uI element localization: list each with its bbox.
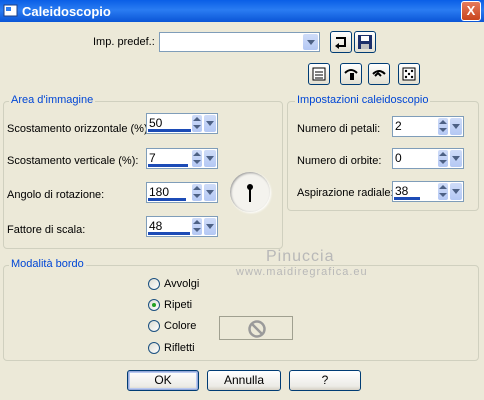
orbits-value[interactable]: 0 [395, 151, 402, 165]
spin-up-down-icon[interactable] [192, 184, 202, 201]
value-slider-bar[interactable] [148, 129, 191, 132]
rotation-angle-value[interactable]: 180 [149, 185, 169, 199]
dialog-icon [3, 4, 18, 17]
undo-button[interactable] [368, 63, 390, 85]
preview-button[interactable] [308, 63, 330, 85]
random-button[interactable] [398, 63, 420, 85]
chevron-down-icon[interactable] [204, 150, 216, 167]
horizontal-offset-value[interactable]: 50 [149, 116, 162, 130]
undo-icon [372, 70, 386, 77]
chevron-down-icon[interactable] [450, 118, 462, 135]
color-no-icon [248, 320, 266, 338]
window-title: Caleidoscopio [22, 4, 111, 19]
rotation-dial[interactable] [230, 172, 270, 212]
zoom-icon [344, 69, 358, 80]
radio-label-colore: Colore [164, 320, 197, 332]
chevron-down-icon[interactable] [204, 115, 216, 132]
spin-up-down-icon[interactable] [438, 118, 448, 135]
area-label-2: Angolo di rotazione: [7, 189, 105, 201]
value-slider-bar[interactable] [148, 198, 186, 201]
preset-label: Imp. predef.: [93, 36, 155, 48]
radio-label-avvolgi: Avvolgi [164, 278, 200, 290]
area-label-3: Fattore di scala: [7, 224, 86, 236]
cancel-button[interactable]: Annulla [207, 370, 281, 391]
chevron-down-icon[interactable] [450, 150, 462, 167]
petals-field[interactable]: 2 [392, 116, 464, 137]
help-button[interactable]: ? [289, 370, 361, 391]
title-bar[interactable]: Caleidoscopio X [0, 0, 484, 22]
random-icon [402, 67, 416, 81]
area-label-0: Scostamento orizzontale (%): [7, 123, 151, 135]
scale-factor-value[interactable]: 48 [149, 219, 162, 233]
radio-button-icon[interactable] [148, 320, 160, 332]
reset-button[interactable] [330, 31, 352, 53]
scale-factor-field[interactable]: 48 [146, 216, 218, 237]
save-preset-button[interactable] [354, 31, 376, 53]
close-button[interactable]: X [461, 1, 481, 21]
radio-button-icon[interactable] [148, 299, 160, 311]
ok-button[interactable]: OK [127, 370, 199, 391]
orbits-field[interactable]: 0 [392, 148, 464, 169]
area-group-title: Area d'immagine [9, 94, 96, 106]
value-slider-bar[interactable] [148, 164, 188, 167]
reset-icon [335, 37, 346, 49]
spin-up-down-icon[interactable] [438, 183, 448, 200]
petals-value[interactable]: 2 [395, 119, 402, 133]
spin-up-down-icon[interactable] [192, 150, 202, 167]
settings-label-2: Aspirazione radiale: [297, 187, 394, 199]
save-preset-icon [358, 35, 372, 49]
vertical-offset-field[interactable]: 7 [146, 148, 218, 169]
radial-suction-field[interactable]: 38 [392, 181, 464, 202]
border-mode-group [3, 265, 479, 361]
radio-button-icon[interactable] [148, 278, 160, 290]
horizontal-offset-field[interactable]: 50 [146, 113, 218, 134]
radio-button-icon[interactable] [148, 342, 160, 354]
area-label-1: Scostamento verticale (%): [7, 155, 139, 167]
zoom-button[interactable] [340, 63, 362, 85]
radio-label-ripeti: Ripeti [164, 299, 193, 311]
value-slider-bar[interactable] [148, 232, 190, 235]
spin-up-down-icon[interactable] [438, 150, 448, 167]
preset-combo[interactable] [159, 32, 320, 52]
chevron-down-icon[interactable] [303, 34, 318, 50]
rotation-dial-icon [247, 184, 253, 202]
watermark-name: Pinuccia [266, 248, 335, 265]
color-swatch[interactable] [219, 316, 293, 340]
preview-icon [312, 67, 326, 81]
chevron-down-icon[interactable] [450, 183, 462, 200]
settings-label-0: Numero di petali: [297, 123, 381, 135]
chevron-down-icon[interactable] [204, 184, 216, 201]
vertical-offset-value[interactable]: 7 [149, 151, 156, 165]
radio-label-rifletti: Rifletti [164, 342, 195, 354]
settings-group-title: Impostazioni caleidoscopio [295, 94, 431, 106]
border-mode-group-title: Modalità bordo [9, 258, 86, 270]
spin-up-down-icon[interactable] [192, 218, 202, 235]
radial-suction-value[interactable]: 38 [395, 184, 408, 198]
rotation-angle-field[interactable]: 180 [146, 182, 218, 203]
spin-up-down-icon[interactable] [192, 115, 202, 132]
settings-label-1: Numero di orbite: [297, 155, 382, 167]
value-slider-bar[interactable] [394, 197, 420, 200]
chevron-down-icon[interactable] [204, 218, 216, 235]
